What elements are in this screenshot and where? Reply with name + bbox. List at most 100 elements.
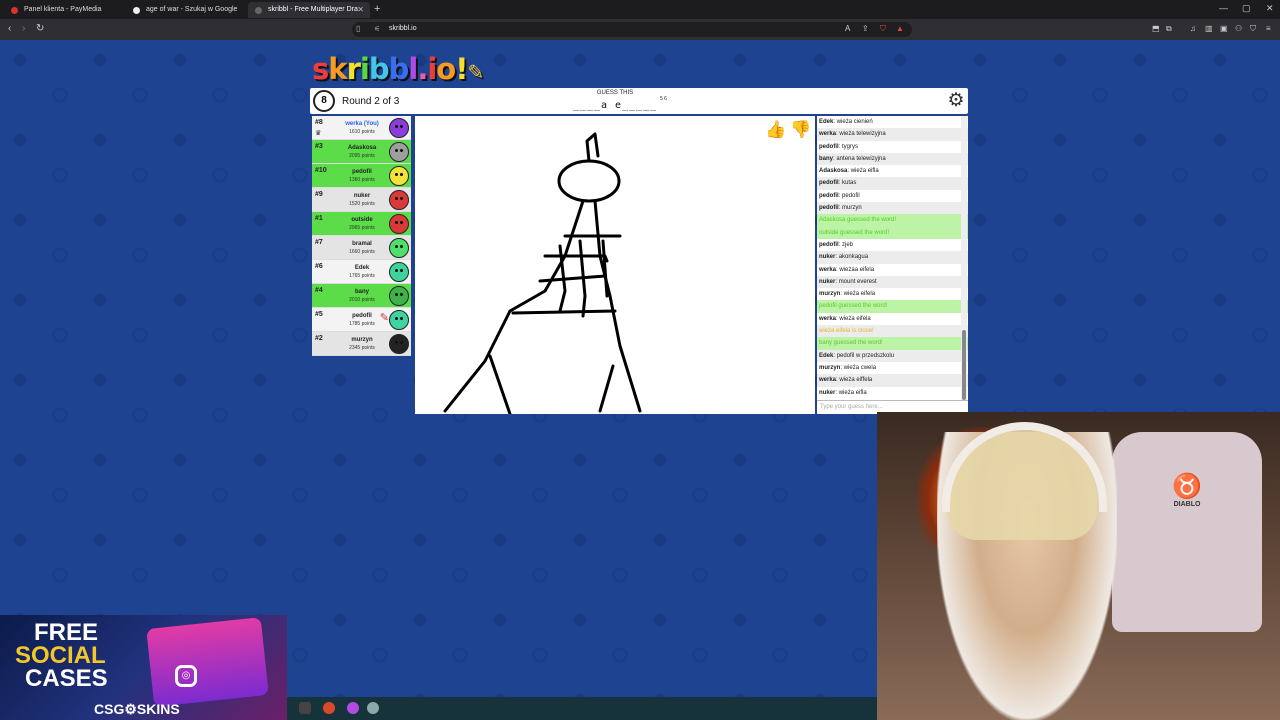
tab-title: age of war - Szukaj w Google [146, 6, 238, 13]
close-window-icon[interactable]: ✕ [1266, 3, 1274, 14]
player-row[interactable]: #3 Adaskosa 2095 points [312, 140, 411, 164]
settings-gear-icon[interactable]: ⚙ [946, 91, 966, 111]
player-row[interactable]: #8 werka (You) 1610 points ♛ [312, 116, 411, 140]
shield-icon[interactable]: ⛉ [880, 24, 886, 34]
back-icon[interactable]: ‹ [8, 23, 11, 34]
chat-message: nuker: akonkagua [817, 251, 968, 264]
settings-app-icon[interactable] [367, 702, 379, 714]
chat-user: nuker [819, 254, 836, 261]
chat-system-text: wieża eifela is close! [819, 328, 874, 335]
player-row[interactable]: #2 murzyn 2345 points [312, 332, 411, 356]
chat-message: bany guessed the word! [817, 337, 968, 350]
chat-text: wieża eifela [839, 315, 871, 322]
player-rank: #2 [315, 335, 323, 342]
url-field[interactable]: ▯ ⚟ skribbl.io [352, 22, 912, 37]
word-hint: ____a e_____ [572, 100, 658, 111]
player-row[interactable]: #9 nuker 1520 points [312, 188, 411, 212]
player-rank: #8 [315, 119, 323, 126]
player-row[interactable]: #1 outside 2965 points [312, 212, 411, 236]
player-avatar [389, 334, 409, 354]
minimize-icon[interactable]: — [1219, 3, 1228, 13]
word-lengths: 5 6 [660, 96, 667, 102]
player-avatar [389, 262, 409, 282]
player-avatar [389, 286, 409, 306]
diablo-logo-icon: ♉ [1172, 473, 1202, 500]
streamer-webcam: ♉ DIABLO [877, 412, 1280, 720]
brave-browser-icon[interactable] [323, 702, 335, 714]
screenshot-icon[interactable]: ⧉ [1166, 24, 1172, 34]
vpn-icon[interactable]: ⚇ [1235, 24, 1242, 33]
player-name: Edek [354, 265, 370, 271]
chat-scrollbar-thumb[interactable] [962, 330, 966, 400]
taskbar-app-icon[interactable] [299, 702, 311, 714]
site-info-icon[interactable]: ⚟ [374, 25, 380, 33]
chat-text: wieża eifela [843, 291, 876, 298]
chat-user: pedofil [819, 192, 839, 199]
chat-user: murzyn [819, 291, 841, 298]
thumbs-down-icon[interactable]: 👎 [790, 120, 811, 140]
player-row[interactable]: #10 pedofil 1360 points [312, 164, 411, 188]
chat-text: kutas [842, 180, 857, 187]
thumbs-up-icon[interactable]: 👍 [765, 120, 786, 140]
player-name: outside [351, 217, 373, 223]
menu-icon[interactable]: ≡ [1266, 24, 1271, 33]
player-points: 2010 points [349, 297, 375, 303]
chat-message: pedofil: pedofil [819, 192, 860, 199]
forward-icon[interactable]: › [22, 23, 25, 34]
translate-icon[interactable]: A [845, 24, 850, 33]
chat-message: nuker: wieża eifla [819, 389, 867, 396]
share-icon[interactable]: ⇪ [862, 24, 869, 33]
chat-text: wieża eifla [850, 168, 879, 175]
chat-text: murzyn [842, 205, 862, 212]
promo-line-1: FREE [34, 619, 99, 646]
chat-log: Edek: wieża cienień werka: wieża telewizy… [817, 116, 968, 414]
crown-icon: ♛ [315, 130, 322, 137]
player-row[interactable]: #6 Edek 1765 points [312, 260, 411, 284]
google-favicon-icon [133, 7, 140, 14]
chat-scrollbar[interactable] [961, 116, 967, 400]
sidebar-icon[interactable]: ▥ [1205, 24, 1213, 33]
chat-message: murzyn: wieża eifela [819, 291, 876, 298]
close-tab-icon[interactable]: ✕ [357, 5, 364, 14]
promo-line-3: CASES [25, 665, 108, 692]
player-row[interactable]: #4 bany 2010 points [312, 284, 411, 308]
chat-user: pedofil [819, 143, 839, 150]
app-icon[interactable] [347, 702, 359, 714]
player-list: #8 werka (You) 1610 points ♛ #3 Adaskosa 2095 … [312, 116, 411, 356]
player-rank: #9 [315, 191, 323, 198]
player-avatar [389, 142, 409, 162]
player-row[interactable]: #5 pedofil 1785 points ✎ [312, 308, 411, 332]
chat-message: pedofil: zjeb [819, 241, 854, 248]
tab-google[interactable]: age of war - Szukaj w Google [126, 2, 248, 18]
wallet-icon[interactable]: ▣ [1220, 24, 1228, 33]
chat-user: werka [819, 315, 837, 322]
player-points: 1765 points [349, 273, 375, 279]
shield-status-icon[interactable]: ⛉ [1250, 24, 1256, 34]
tab-paymedia[interactable]: Panel klienta - PayMedia [4, 2, 126, 18]
chat-user: Edek [819, 119, 834, 125]
eiffel-tower-drawing [443, 132, 642, 414]
address-bar-row: ‹ › ↻ ▯ ⚟ skribbl.io A ⇪ ⛉ ▲ ⬒ ⧉ ♫ ▥ ▣ ⚇… [0, 19, 1280, 40]
new-tab-button[interactable]: + [374, 3, 380, 15]
tab-skribbl[interactable]: skribbl - Free Multiplayer Dra ✕ [248, 2, 370, 18]
bookmark-icon[interactable]: ▯ [356, 24, 360, 33]
player-name: bany [354, 289, 369, 295]
chat-user: bany [819, 155, 834, 162]
player-row[interactable]: #7 bramal 1660 points [312, 236, 411, 260]
rewards-icon[interactable]: ▲ [896, 24, 904, 33]
extensions-icon[interactable]: ⬒ [1152, 24, 1160, 33]
chat-message: pedofil: tygrys [819, 143, 859, 150]
player-points: 1520 points [349, 201, 375, 207]
player-name: murzyn [351, 337, 373, 343]
chat-text: wieża eiffela [839, 377, 873, 384]
player-avatar [389, 190, 409, 210]
maximize-icon[interactable]: ▢ [1242, 3, 1251, 14]
chat-message: pedofil: murzyn [817, 202, 968, 215]
game-top-bar: 8 Round 2 of 3 GUESS THIS ____a e_____ 5… [310, 88, 968, 114]
drawing-canvas[interactable]: 👍 👎 [415, 116, 815, 414]
player-rank: #4 [315, 287, 323, 294]
music-icon[interactable]: ♫ [1190, 24, 1196, 33]
reload-icon[interactable]: ↻ [36, 23, 44, 34]
chat-text: mount everest [838, 278, 877, 285]
chat-text: wieża cienień [836, 119, 873, 125]
